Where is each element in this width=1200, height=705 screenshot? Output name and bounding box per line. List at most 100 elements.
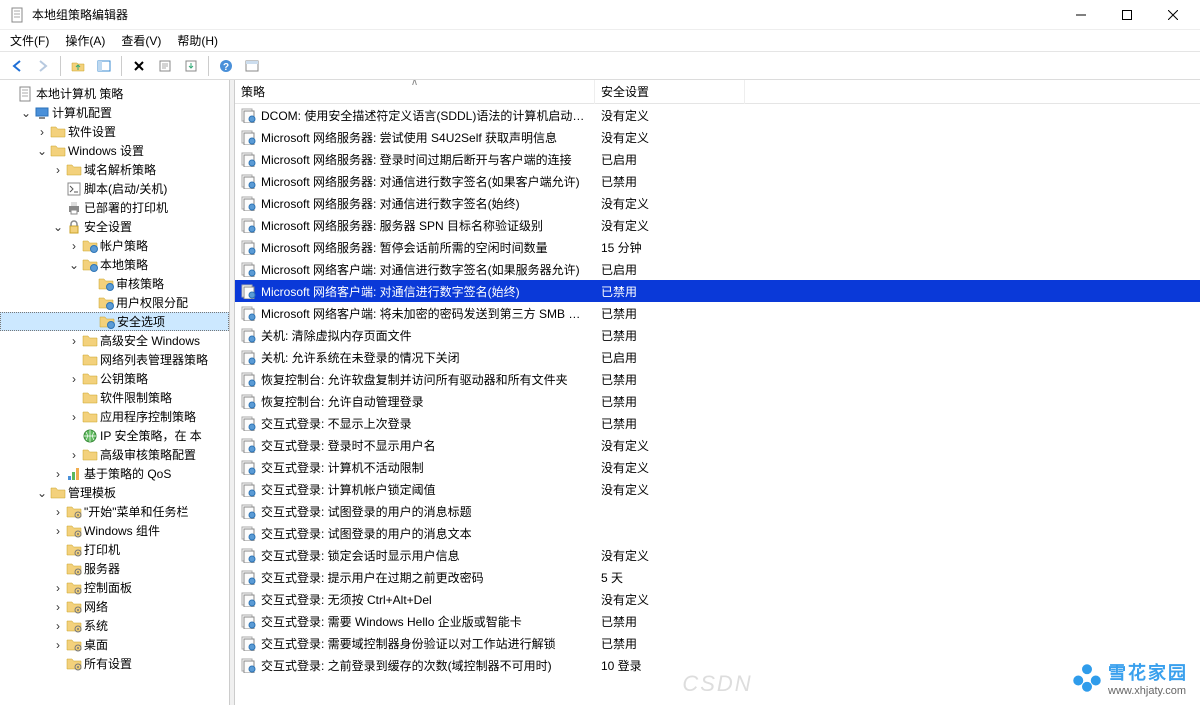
tree-item[interactable]: ›应用程序控制策略 (0, 407, 229, 426)
tree-item[interactable]: 所有设置 (0, 654, 229, 673)
expander-icon[interactable]: ⌄ (36, 487, 48, 499)
expander-icon[interactable]: › (52, 601, 64, 613)
policy-row[interactable]: 恢复控制台: 允许软盘复制并访问所有驱动器和所有文件夹已禁用 (235, 368, 1200, 390)
expander-icon[interactable]: › (52, 582, 64, 594)
expander-icon[interactable]: › (68, 240, 80, 252)
policy-row[interactable]: 交互式登录: 需要 Windows Hello 企业版或智能卡已禁用 (235, 610, 1200, 632)
policy-row[interactable]: 关机: 清除虚拟内存页面文件已禁用 (235, 324, 1200, 346)
tree-item[interactable]: ›基于策略的 QoS (0, 464, 229, 483)
policy-row[interactable]: 交互式登录: 需要域控制器身份验证以对工作站进行解锁已禁用 (235, 632, 1200, 654)
tree-item[interactable]: 审核策略 (0, 274, 229, 293)
policy-row[interactable]: Microsoft 网络客户端: 对通信进行数字签名(始终)已禁用 (235, 280, 1200, 302)
tree-item[interactable]: ›高级安全 Windows (0, 331, 229, 350)
policy-row[interactable]: Microsoft 网络客户端: 将未加密的密码发送到第三方 SMB …已禁用 (235, 302, 1200, 324)
expander-icon[interactable]: ⌄ (36, 145, 48, 157)
policy-row[interactable]: Microsoft 网络服务器: 尝试使用 S4U2Self 获取声明信息没有定… (235, 126, 1200, 148)
tree-item[interactable]: ›网络 (0, 597, 229, 616)
column-setting[interactable]: 安全设置 (595, 80, 745, 104)
tree-item[interactable]: 用户权限分配 (0, 293, 229, 312)
tree-item[interactable]: ⌄本地策略 (0, 255, 229, 274)
close-button[interactable] (1150, 0, 1196, 30)
tree-item[interactable]: ›控制面板 (0, 578, 229, 597)
tree-item[interactable]: ›Windows 组件 (0, 521, 229, 540)
delete-button[interactable] (127, 55, 151, 77)
tree-item[interactable]: 已部署的打印机 (0, 198, 229, 217)
expander-icon[interactable]: ⌄ (52, 221, 64, 233)
policy-row[interactable]: 交互式登录: 锁定会话时显示用户信息没有定义 (235, 544, 1200, 566)
expander-icon[interactable]: › (52, 164, 64, 176)
policy-row[interactable]: Microsoft 网络客户端: 对通信进行数字签名(如果服务器允许)已启用 (235, 258, 1200, 280)
tree-item[interactable]: ›桌面 (0, 635, 229, 654)
policy-row[interactable]: Microsoft 网络服务器: 服务器 SPN 目标名称验证级别没有定义 (235, 214, 1200, 236)
folder-icon (82, 352, 98, 368)
tree-item[interactable]: ⌄管理模板 (0, 483, 229, 502)
tree-item[interactable]: 本地计算机 策略 (0, 84, 229, 103)
menu-action[interactable]: 操作(A) (57, 30, 113, 51)
policy-row[interactable]: DCOM: 使用安全描述符定义语言(SDDL)语法的计算机启动…没有定义 (235, 104, 1200, 126)
tree-item[interactable]: 软件限制策略 (0, 388, 229, 407)
expander-icon[interactable]: ⌄ (20, 107, 32, 119)
tree-item[interactable]: ›"开始"菜单和任务栏 (0, 502, 229, 521)
tree-item[interactable]: ›系统 (0, 616, 229, 635)
policy-row[interactable]: 交互式登录: 登录时不显示用户名没有定义 (235, 434, 1200, 456)
policy-row[interactable]: 交互式登录: 试图登录的用户的消息文本 (235, 522, 1200, 544)
menu-file[interactable]: 文件(F) (2, 30, 57, 51)
policy-name: 交互式登录: 计算机帐户锁定阈值 (261, 481, 436, 498)
tree-item[interactable]: ›高级审核策略配置 (0, 445, 229, 464)
tree-pane[interactable]: 本地计算机 策略⌄计算机配置›软件设置⌄Windows 设置›域名解析策略脚本(… (0, 80, 230, 705)
list-pane[interactable]: 策略 安全设置 DCOM: 使用安全描述符定义语言(SDDL)语法的计算机启动…… (235, 80, 1200, 705)
tree-item[interactable]: 服务器 (0, 559, 229, 578)
properties-button[interactable] (153, 55, 177, 77)
tree-item[interactable]: 脚本(启动/关机) (0, 179, 229, 198)
tree-item[interactable]: IP 安全策略，在 本 (0, 426, 229, 445)
expander-icon[interactable]: ⌄ (68, 259, 80, 271)
tree-item[interactable]: ⌄Windows 设置 (0, 141, 229, 160)
forward-button[interactable] (31, 55, 55, 77)
tree-item[interactable]: ⌄计算机配置 (0, 103, 229, 122)
tree-item[interactable]: ⌄安全设置 (0, 217, 229, 236)
policy-row[interactable]: 交互式登录: 无须按 Ctrl+Alt+Del没有定义 (235, 588, 1200, 610)
expander-icon[interactable]: › (68, 411, 80, 423)
column-policy[interactable]: 策略 (235, 80, 595, 104)
policy-row[interactable]: 交互式登录: 不显示上次登录已禁用 (235, 412, 1200, 434)
policy-row[interactable]: 恢复控制台: 允许自动管理登录已禁用 (235, 390, 1200, 412)
policy-row[interactable]: 关机: 允许系统在未登录的情况下关闭已启用 (235, 346, 1200, 368)
expander-icon[interactable]: › (52, 506, 64, 518)
tree-item-label: 公钥策略 (100, 370, 148, 387)
help-button[interactable]: ? (214, 55, 238, 77)
expander-icon[interactable]: › (52, 639, 64, 651)
expander-icon[interactable]: › (52, 468, 64, 480)
policy-row[interactable]: Microsoft 网络服务器: 对通信进行数字签名(始终)没有定义 (235, 192, 1200, 214)
menu-view[interactable]: 查看(V) (113, 30, 169, 51)
policy-row[interactable]: Microsoft 网络服务器: 对通信进行数字签名(如果客户端允许)已禁用 (235, 170, 1200, 192)
tree-item[interactable]: ›软件设置 (0, 122, 229, 141)
expander-icon[interactable]: › (68, 335, 80, 347)
menu-help[interactable]: 帮助(H) (169, 30, 226, 51)
tree-item[interactable]: 网络列表管理器策略 (0, 350, 229, 369)
filter-button[interactable] (240, 55, 264, 77)
policy-row[interactable]: 交互式登录: 提示用户在过期之前更改密码5 天 (235, 566, 1200, 588)
minimize-button[interactable] (1058, 0, 1104, 30)
policy-row[interactable]: 交互式登录: 计算机不活动限制没有定义 (235, 456, 1200, 478)
up-button[interactable] (66, 55, 90, 77)
policy-row[interactable]: 交互式登录: 之前登录到缓存的次数(域控制器不可用时)10 登录 (235, 654, 1200, 676)
policy-row[interactable]: 交互式登录: 计算机帐户锁定阈值没有定义 (235, 478, 1200, 500)
tree-item[interactable]: ›帐户策略 (0, 236, 229, 255)
expander-icon[interactable]: › (52, 525, 64, 537)
expander-icon[interactable]: › (68, 373, 80, 385)
policy-row[interactable]: Microsoft 网络服务器: 暂停会话前所需的空闲时间数量15 分钟 (235, 236, 1200, 258)
folder-badge-icon (82, 238, 98, 254)
tree-item[interactable]: 安全选项 (0, 312, 229, 331)
policy-row[interactable]: 交互式登录: 试图登录的用户的消息标题 (235, 500, 1200, 522)
export-button[interactable] (179, 55, 203, 77)
expander-icon[interactable]: › (52, 620, 64, 632)
maximize-button[interactable] (1104, 0, 1150, 30)
tree-item[interactable]: › 公钥策略 (0, 369, 229, 388)
tree-item[interactable]: 打印机 (0, 540, 229, 559)
policy-row[interactable]: Microsoft 网络服务器: 登录时间过期后断开与客户端的连接已启用 (235, 148, 1200, 170)
tree-item[interactable]: ›域名解析策略 (0, 160, 229, 179)
show-hide-tree-button[interactable] (92, 55, 116, 77)
expander-icon[interactable]: › (36, 126, 48, 138)
back-button[interactable] (5, 55, 29, 77)
expander-icon[interactable]: › (68, 449, 80, 461)
